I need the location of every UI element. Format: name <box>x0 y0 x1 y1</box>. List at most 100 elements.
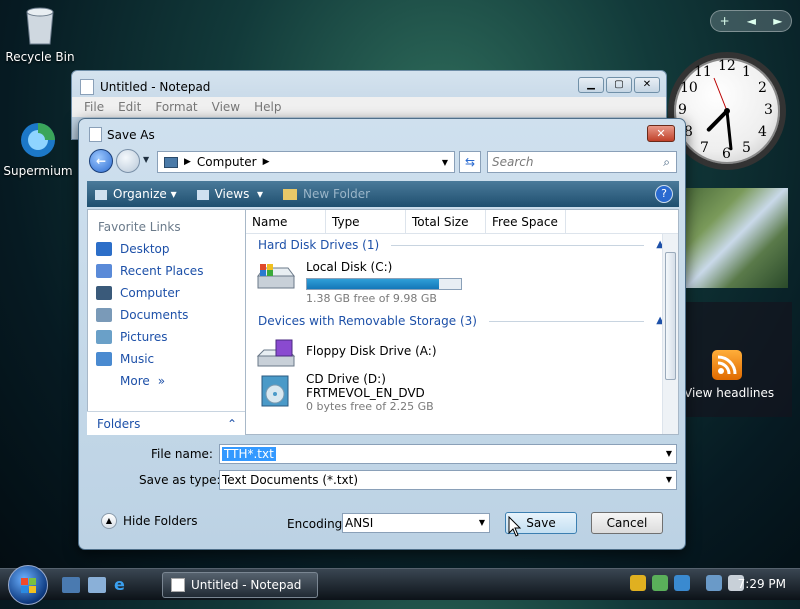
favorite-recent-places-label: Recent Places <box>120 264 204 278</box>
recent-pages-dropdown[interactable]: ▼ <box>143 155 149 164</box>
documents-icon <box>96 308 112 322</box>
pictures-icon <box>96 330 112 344</box>
drive-usage-fill <box>307 279 440 289</box>
drive-local-disk[interactable]: Local Disk (C:) 1.38 GB free of 9.98 GB <box>246 256 678 310</box>
favorite-links-header: Favorite Links <box>98 220 181 234</box>
scrollbar-thumb[interactable] <box>665 252 676 380</box>
encoding-value: ANSI <box>345 516 374 530</box>
column-type[interactable]: Type <box>326 210 406 234</box>
views-icon <box>196 189 209 200</box>
supermium-shortcut[interactable]: Supermium <box>0 120 76 178</box>
drive-cd[interactable]: CD Drive (D:) FRTMEVOL_EN_DVD 0 bytes fr… <box>246 368 678 422</box>
hide-folders-toggle[interactable]: ▲ Hide Folders <box>101 513 198 529</box>
maximize-button[interactable]: ▢ <box>606 77 632 93</box>
notepad-title: Untitled - Notepad <box>100 80 211 94</box>
cancel-button[interactable]: Cancel <box>591 512 663 534</box>
menu-file[interactable]: File <box>84 97 104 117</box>
favorite-recent-places[interactable]: Recent Places <box>88 260 245 282</box>
internet-explorer-icon[interactable]: e <box>114 577 132 593</box>
dialog-close-button[interactable]: ✕ <box>647 125 675 142</box>
collapse-up-icon: ▲ <box>101 513 117 529</box>
forward-button[interactable] <box>116 149 140 173</box>
column-name[interactable]: Name <box>246 210 326 234</box>
notepad-task-icon <box>171 578 185 592</box>
group-hard-disk-drives[interactable]: Hard Disk Drives (1) ▲ <box>246 234 678 256</box>
new-folder-button[interactable]: New Folder <box>283 187 370 201</box>
clock-second-hand <box>713 77 728 112</box>
more-chevron-icon: » <box>157 374 166 388</box>
drive-cd-name: CD Drive (D:) <box>306 372 386 386</box>
help-button[interactable]: ? <box>655 185 673 203</box>
notepad-icon <box>80 79 94 95</box>
drive-local-disk-name: Local Disk (C:) <box>306 260 393 274</box>
favorite-computer[interactable]: Computer <box>88 282 245 304</box>
menu-format[interactable]: Format <box>155 97 197 117</box>
feed-headlines-gadget[interactable]: View headlines <box>680 302 792 417</box>
supermium-icon <box>18 120 58 160</box>
next-gadget-button[interactable]: ► <box>773 14 782 28</box>
clock-minute-hand <box>725 109 733 151</box>
taskbar-notepad[interactable]: Untitled - Notepad <box>162 572 318 598</box>
search-placeholder: Search <box>492 155 534 169</box>
security-shield-icon[interactable] <box>630 575 646 591</box>
hide-folders-label: Hide Folders <box>123 514 198 528</box>
favorite-desktop[interactable]: Desktop <box>88 238 245 260</box>
folders-toggle[interactable]: Folders ⌃ <box>87 411 245 435</box>
network-check-icon[interactable] <box>652 575 668 591</box>
folders-chevron-icon: ⌃ <box>226 417 237 431</box>
floppy-drive-icon <box>254 338 298 372</box>
address-bar[interactable]: ▶ Computer ▶ ▼ <box>157 151 455 173</box>
add-gadget-button[interactable]: + <box>720 14 730 28</box>
system-clock[interactable]: 7:29 PM <box>738 577 786 591</box>
favorite-more[interactable]: More » <box>88 370 245 392</box>
refresh-button[interactable]: ⇆ <box>459 151 481 173</box>
search-icon[interactable]: ⌕ <box>663 152 670 172</box>
favorite-music[interactable]: Music <box>88 348 245 370</box>
slideshow-gadget[interactable] <box>684 188 788 288</box>
save-type-select[interactable]: Text Documents (*.txt) ▼ <box>219 470 677 490</box>
network-icon[interactable] <box>706 575 722 591</box>
address-crumb-chevron-icon[interactable]: ▶ <box>263 157 270 167</box>
search-input[interactable]: Search ⌕ <box>487 151 677 173</box>
mouse-cursor <box>508 515 522 541</box>
windows-flag-icon[interactable] <box>674 575 690 591</box>
address-crumb-computer[interactable]: Computer <box>197 155 257 169</box>
favorite-pictures[interactable]: Pictures <box>88 326 245 348</box>
menu-help[interactable]: Help <box>254 97 281 117</box>
file-name-input[interactable]: TTH*.txt ▼ <box>219 444 677 464</box>
show-desktop-icon[interactable] <box>62 577 80 593</box>
column-free-space[interactable]: Free Space <box>486 210 566 234</box>
favorite-documents[interactable]: Documents <box>88 304 245 326</box>
minimize-button[interactable]: ▁ <box>578 77 604 93</box>
view-headlines-label[interactable]: View headlines <box>684 386 774 400</box>
column-total-size[interactable]: Total Size <box>406 210 486 234</box>
start-button[interactable] <box>8 565 48 605</box>
supermium-label: Supermium <box>3 164 73 178</box>
drive-floppy[interactable]: Floppy Disk Drive (A:) <box>246 332 678 368</box>
back-button[interactable]: ← <box>89 149 113 173</box>
notepad-window-controls: ▁ ▢ ✕ <box>578 77 660 93</box>
encoding-select[interactable]: ANSI ▼ <box>342 513 490 533</box>
recycle-bin-icon <box>23 4 57 46</box>
views-button[interactable]: Views ▾ <box>196 187 263 201</box>
system-tray <box>630 575 744 591</box>
file-name-dropdown-icon[interactable]: ▼ <box>666 445 672 463</box>
notepad-menubar: File Edit Format View Help <box>72 97 666 117</box>
organize-button[interactable]: Organize ▾ <box>95 187 177 201</box>
group-removable-storage[interactable]: Devices with Removable Storage (3) ▲ <box>246 310 678 332</box>
column-headers: Name Type Total Size Free Space <box>246 210 678 234</box>
menu-edit[interactable]: Edit <box>118 97 141 117</box>
vertical-scrollbar[interactable] <box>662 234 678 434</box>
close-button[interactable]: ✕ <box>634 77 660 93</box>
drive-usage-bar <box>306 278 462 290</box>
switch-windows-icon[interactable] <box>88 577 106 593</box>
menu-view[interactable]: View <box>212 97 240 117</box>
drive-floppy-name: Floppy Disk Drive (A:) <box>306 344 437 358</box>
recent-places-icon <box>96 264 112 278</box>
recycle-bin[interactable]: Recycle Bin <box>2 4 78 64</box>
prev-gadget-button[interactable]: ◄ <box>747 14 756 28</box>
favorite-desktop-label: Desktop <box>120 242 170 256</box>
address-dropdown-icon[interactable]: ▼ <box>442 158 448 167</box>
back-arrow-icon: ← <box>95 154 107 168</box>
favorite-pictures-label: Pictures <box>120 330 168 344</box>
